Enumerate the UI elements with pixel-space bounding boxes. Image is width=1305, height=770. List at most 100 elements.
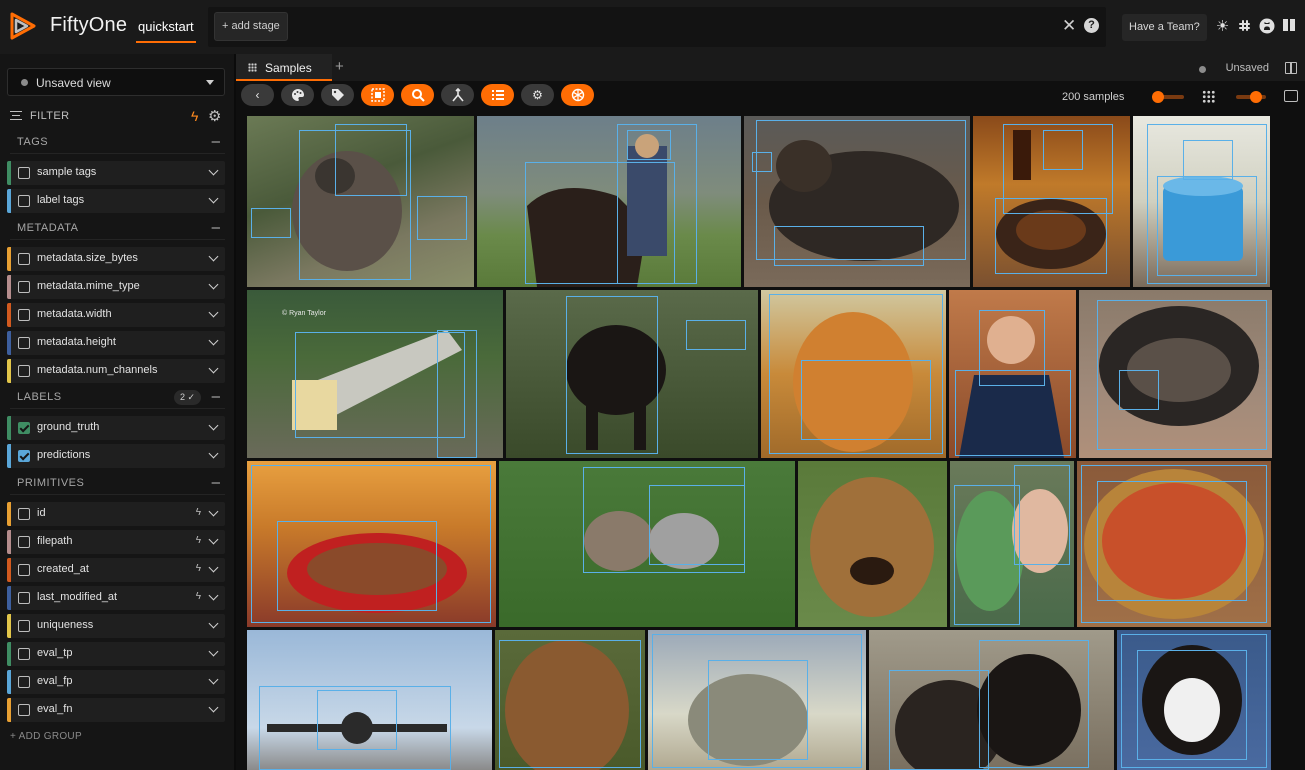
chevron-down-icon[interactable] xyxy=(208,618,219,629)
sample-tile[interactable] xyxy=(648,630,866,770)
field-metadata-num-channels[interactable]: metadata.num_channels xyxy=(7,359,225,383)
patches-icon[interactable] xyxy=(361,84,394,106)
field-predictions[interactable]: predictions xyxy=(7,444,225,468)
settings-icon[interactable]: ⚙ xyxy=(521,84,554,106)
group-labels[interactable]: LABELS 2 ✓ – xyxy=(10,387,225,409)
checkbox[interactable] xyxy=(18,592,30,604)
field-filepath[interactable]: filepath ϟ xyxy=(7,530,225,554)
list-icon[interactable] xyxy=(481,84,514,106)
collapse-icon[interactable]: – xyxy=(212,388,220,405)
chevron-down-icon[interactable] xyxy=(208,506,219,517)
caption-icon[interactable] xyxy=(1284,90,1298,102)
label-count-badge[interactable]: 2 ✓ xyxy=(173,390,201,405)
checkbox[interactable] xyxy=(18,195,30,207)
tab-samples[interactable]: Samples xyxy=(236,54,332,81)
gear-icon[interactable]: ⚙ xyxy=(208,107,221,125)
chevron-down-icon[interactable] xyxy=(208,646,219,657)
collapse-icon[interactable]: – xyxy=(212,474,220,491)
checkbox[interactable] xyxy=(18,253,30,265)
chevron-down-icon[interactable] xyxy=(208,590,219,601)
chevron-down-icon[interactable] xyxy=(208,562,219,573)
fiftyone-logo-icon[interactable] xyxy=(8,10,40,42)
close-icon[interactable]: ✕ xyxy=(1062,16,1076,36)
sample-tile[interactable] xyxy=(950,461,1074,627)
sample-tile[interactable] xyxy=(1117,630,1271,770)
grid-size-icon[interactable] xyxy=(1202,90,1215,103)
sample-tile[interactable] xyxy=(495,630,645,770)
saved-view-select[interactable]: Unsaved view xyxy=(7,68,225,96)
sample-tile[interactable] xyxy=(744,116,970,287)
palette-icon[interactable] xyxy=(281,84,314,106)
layout-icon[interactable] xyxy=(1285,62,1297,74)
chevron-down-icon[interactable] xyxy=(208,448,219,459)
sample-tile[interactable] xyxy=(949,290,1076,458)
checkbox[interactable] xyxy=(18,508,30,520)
field-last-modified-at[interactable]: last_modified_at ϟ xyxy=(7,586,225,610)
field-id[interactable]: id ϟ xyxy=(7,502,225,526)
checkbox[interactable] xyxy=(18,620,30,632)
sample-tile[interactable] xyxy=(1079,290,1272,458)
slider-handle[interactable] xyxy=(1250,91,1262,103)
group-tags[interactable]: TAGS – xyxy=(10,132,225,154)
field-eval-fn[interactable]: eval_fn xyxy=(7,698,225,722)
merge-icon[interactable] xyxy=(441,84,474,106)
checkbox[interactable] xyxy=(18,281,30,293)
chevron-down-icon[interactable] xyxy=(208,193,219,204)
tag-icon[interactable] xyxy=(321,84,354,106)
checkbox[interactable] xyxy=(18,676,30,688)
search-icon[interactable] xyxy=(401,84,434,106)
openai-icon[interactable] xyxy=(561,84,594,106)
chevron-down-icon[interactable] xyxy=(208,335,219,346)
field-created-at[interactable]: created_at ϟ xyxy=(7,558,225,582)
add-stage-button[interactable]: + add stage xyxy=(214,12,288,41)
field-uniqueness[interactable]: uniqueness xyxy=(7,614,225,638)
chevron-down-icon[interactable] xyxy=(208,674,219,685)
sample-tile[interactable] xyxy=(477,116,741,287)
field-sample-tags[interactable]: sample tags xyxy=(7,161,225,185)
chevron-down-icon[interactable] xyxy=(208,165,219,176)
sun-icon[interactable]: ☀ xyxy=(1214,18,1231,35)
checkbox-checked[interactable] xyxy=(18,450,30,462)
help-icon[interactable]: ? xyxy=(1084,18,1099,33)
lightning-icon[interactable]: ϟ xyxy=(191,108,198,124)
add-panel-button[interactable]: + xyxy=(335,58,344,75)
sample-tile[interactable] xyxy=(973,116,1130,287)
checkbox[interactable] xyxy=(18,167,30,179)
sample-tile[interactable]: © Ryan Taylor xyxy=(247,290,503,458)
field-metadata-height[interactable]: metadata.height xyxy=(7,331,225,355)
group-metadata[interactable]: METADATA – xyxy=(10,218,225,240)
github-icon[interactable] xyxy=(1258,18,1275,35)
dataset-name[interactable]: quickstart xyxy=(136,19,196,43)
field-eval-tp[interactable]: eval_tp xyxy=(7,642,225,666)
checkbox[interactable] xyxy=(18,337,30,349)
checkbox[interactable] xyxy=(18,536,30,548)
have-a-team-button[interactable]: Have a Team? xyxy=(1122,14,1207,41)
chevron-left-icon[interactable]: ‹ xyxy=(241,84,274,106)
chevron-down-icon[interactable] xyxy=(208,363,219,374)
sample-tile[interactable] xyxy=(247,461,496,627)
slack-icon[interactable] xyxy=(1236,18,1253,35)
collapse-icon[interactable]: – xyxy=(212,219,220,236)
collapse-icon[interactable]: – xyxy=(212,133,220,150)
sample-tile[interactable] xyxy=(798,461,947,627)
sample-tile[interactable] xyxy=(1133,116,1270,287)
field-label-tags[interactable]: label tags xyxy=(7,189,225,213)
checkbox[interactable] xyxy=(18,704,30,716)
sample-tile[interactable] xyxy=(499,461,795,627)
chevron-down-icon[interactable] xyxy=(208,251,219,262)
field-metadata-width[interactable]: metadata.width xyxy=(7,303,225,327)
field-metadata-size-bytes[interactable]: metadata.size_bytes xyxy=(7,247,225,271)
sample-tile[interactable] xyxy=(247,116,474,287)
checkbox-checked[interactable] xyxy=(18,422,30,434)
chevron-down-icon[interactable] xyxy=(208,702,219,713)
field-ground-truth[interactable]: ground_truth xyxy=(7,416,225,440)
chevron-down-icon[interactable] xyxy=(208,279,219,290)
checkbox[interactable] xyxy=(18,309,30,321)
sample-tile[interactable] xyxy=(761,290,946,458)
checkbox[interactable] xyxy=(18,564,30,576)
slider-handle[interactable] xyxy=(1152,91,1164,103)
field-eval-fp[interactable]: eval_fp xyxy=(7,670,225,694)
checkbox[interactable] xyxy=(18,365,30,377)
view-stage-bar[interactable]: + add stage ✕ ? xyxy=(208,7,1106,47)
sample-tile[interactable] xyxy=(506,290,758,458)
